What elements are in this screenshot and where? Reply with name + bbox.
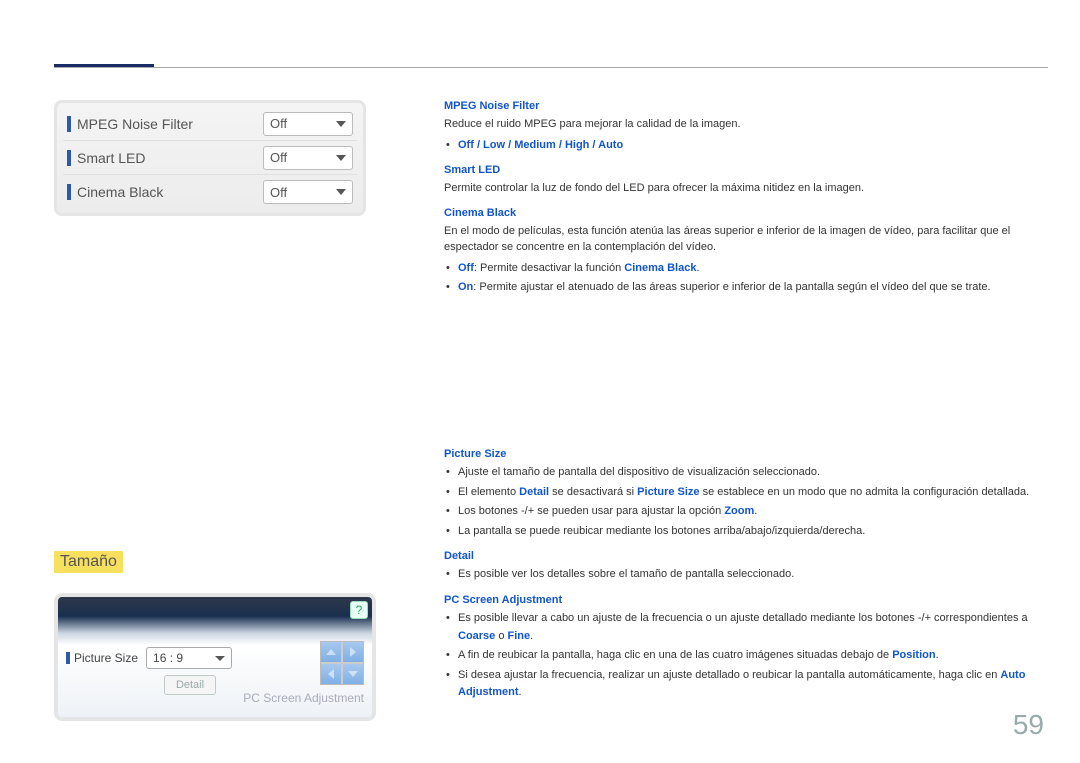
- dropdown-value: Off: [270, 185, 287, 200]
- picture-size-dropdown[interactable]: 16 : 9: [146, 647, 232, 669]
- menu-row-smart-led: Smart LED Off: [63, 141, 357, 175]
- heading-picture-size: Picture Size: [444, 448, 1042, 460]
- detail-bullet-1: Es posible ver los detalles sobre el tam…: [458, 566, 1042, 584]
- cinema-black-dropdown[interactable]: Off: [263, 180, 353, 204]
- chevron-down-icon: [336, 121, 346, 127]
- position-down[interactable]: [343, 664, 363, 684]
- chevron-down-icon: [215, 656, 225, 661]
- heading-smart-led: Smart LED: [444, 164, 1042, 176]
- right-column-section1: MPEG Noise Filter Reduce el ruido MPEG p…: [444, 100, 1042, 301]
- header-divider: [54, 67, 1048, 68]
- cinema-on-bullet: On: Permite ajustar el atenuado de las á…: [458, 279, 1042, 297]
- row-bar-icon: [66, 652, 70, 664]
- row-label-text: Smart LED: [77, 150, 145, 166]
- ps-bullet-4: La pantalla se puede reubicar mediante l…: [458, 523, 1042, 541]
- pcadj-bullet-2: A fin de reubicar la pantalla, haga clic…: [458, 647, 1042, 665]
- dropdown-value: Off: [270, 150, 287, 165]
- row-label: Smart LED: [63, 150, 263, 166]
- smart-led-dropdown[interactable]: Off: [263, 146, 353, 170]
- pcadj-bullet-1: Es posible llevar a cabo un ajuste de la…: [458, 610, 1042, 645]
- position-grid: [320, 641, 364, 685]
- row-label: Picture Size: [66, 651, 138, 665]
- help-icon[interactable]: ?: [350, 601, 368, 619]
- row-bar-icon: [67, 116, 71, 132]
- right-column-section2: Picture Size Ajuste el tamaño de pantall…: [444, 448, 1042, 706]
- ps-bullet-1: Ajuste el tamaño de pantalla del disposi…: [458, 464, 1042, 482]
- picture-size-row: Picture Size 16 : 9: [66, 645, 310, 671]
- menu-row-cinema-black: Cinema Black Off: [63, 175, 357, 209]
- page-number: 59: [1013, 709, 1044, 741]
- row-label-text: Cinema Black: [77, 184, 163, 200]
- position-right[interactable]: [343, 642, 363, 662]
- position-up[interactable]: [321, 642, 341, 662]
- dropdown-value: 16 : 9: [153, 651, 183, 665]
- heading-cinema-black: Cinema Black: [444, 207, 1042, 219]
- row-label-text: MPEG Noise Filter: [77, 116, 193, 132]
- heading-mpeg-noise-filter: MPEG Noise Filter: [444, 100, 1042, 112]
- position-left[interactable]: [321, 664, 341, 684]
- chevron-down-icon: [336, 155, 346, 161]
- row-bar-icon: [67, 184, 71, 200]
- ps-bullet-3: Los botones -/+ se pueden usar para ajus…: [458, 503, 1042, 521]
- detail-button[interactable]: Detail: [164, 675, 216, 695]
- left-column: MPEG Noise Filter Off Smart LED Off Cine…: [54, 100, 394, 721]
- row-label: MPEG Noise Filter: [63, 116, 263, 132]
- heading-pc-screen-adjustment: PC Screen Adjustment: [444, 594, 1042, 606]
- picture-size-panel: ? Picture Size 16 : 9 Detail PC Screen A…: [54, 593, 376, 721]
- row-label: Cinema Black: [63, 184, 263, 200]
- row-bar-icon: [67, 150, 71, 166]
- picture-size-label: Picture Size: [74, 651, 138, 665]
- heading-detail: Detail: [444, 550, 1042, 562]
- section-title-tamano: Tamaño: [54, 551, 123, 573]
- mpeg-noise-filter-dropdown[interactable]: Off: [263, 112, 353, 136]
- smartled-desc: Permite controlar la luz de fondo del LE…: [444, 180, 1042, 197]
- pcadj-bullet-3: Si desea ajustar la frecuencia, realizar…: [458, 667, 1042, 702]
- menu-panel-1: MPEG Noise Filter Off Smart LED Off Cine…: [54, 100, 366, 216]
- chevron-down-icon: [336, 189, 346, 195]
- cinema-desc: En el modo de películas, esta función at…: [444, 223, 1042, 256]
- pc-screen-adj-label: PC Screen Adjustment: [243, 691, 364, 705]
- mpeg-desc: Reduce el ruido MPEG para mejorar la cal…: [444, 116, 1042, 133]
- ps-bullet-2: El elemento Detail se desactivará si Pic…: [458, 484, 1042, 502]
- mpeg-options: Off / Low / Medium / High / Auto: [458, 137, 1042, 155]
- menu-row-mpeg-noise-filter: MPEG Noise Filter Off: [63, 107, 357, 141]
- cinema-off-bullet: Off: Permite desactivar la función Cinem…: [458, 260, 1042, 278]
- dropdown-value: Off: [270, 116, 287, 131]
